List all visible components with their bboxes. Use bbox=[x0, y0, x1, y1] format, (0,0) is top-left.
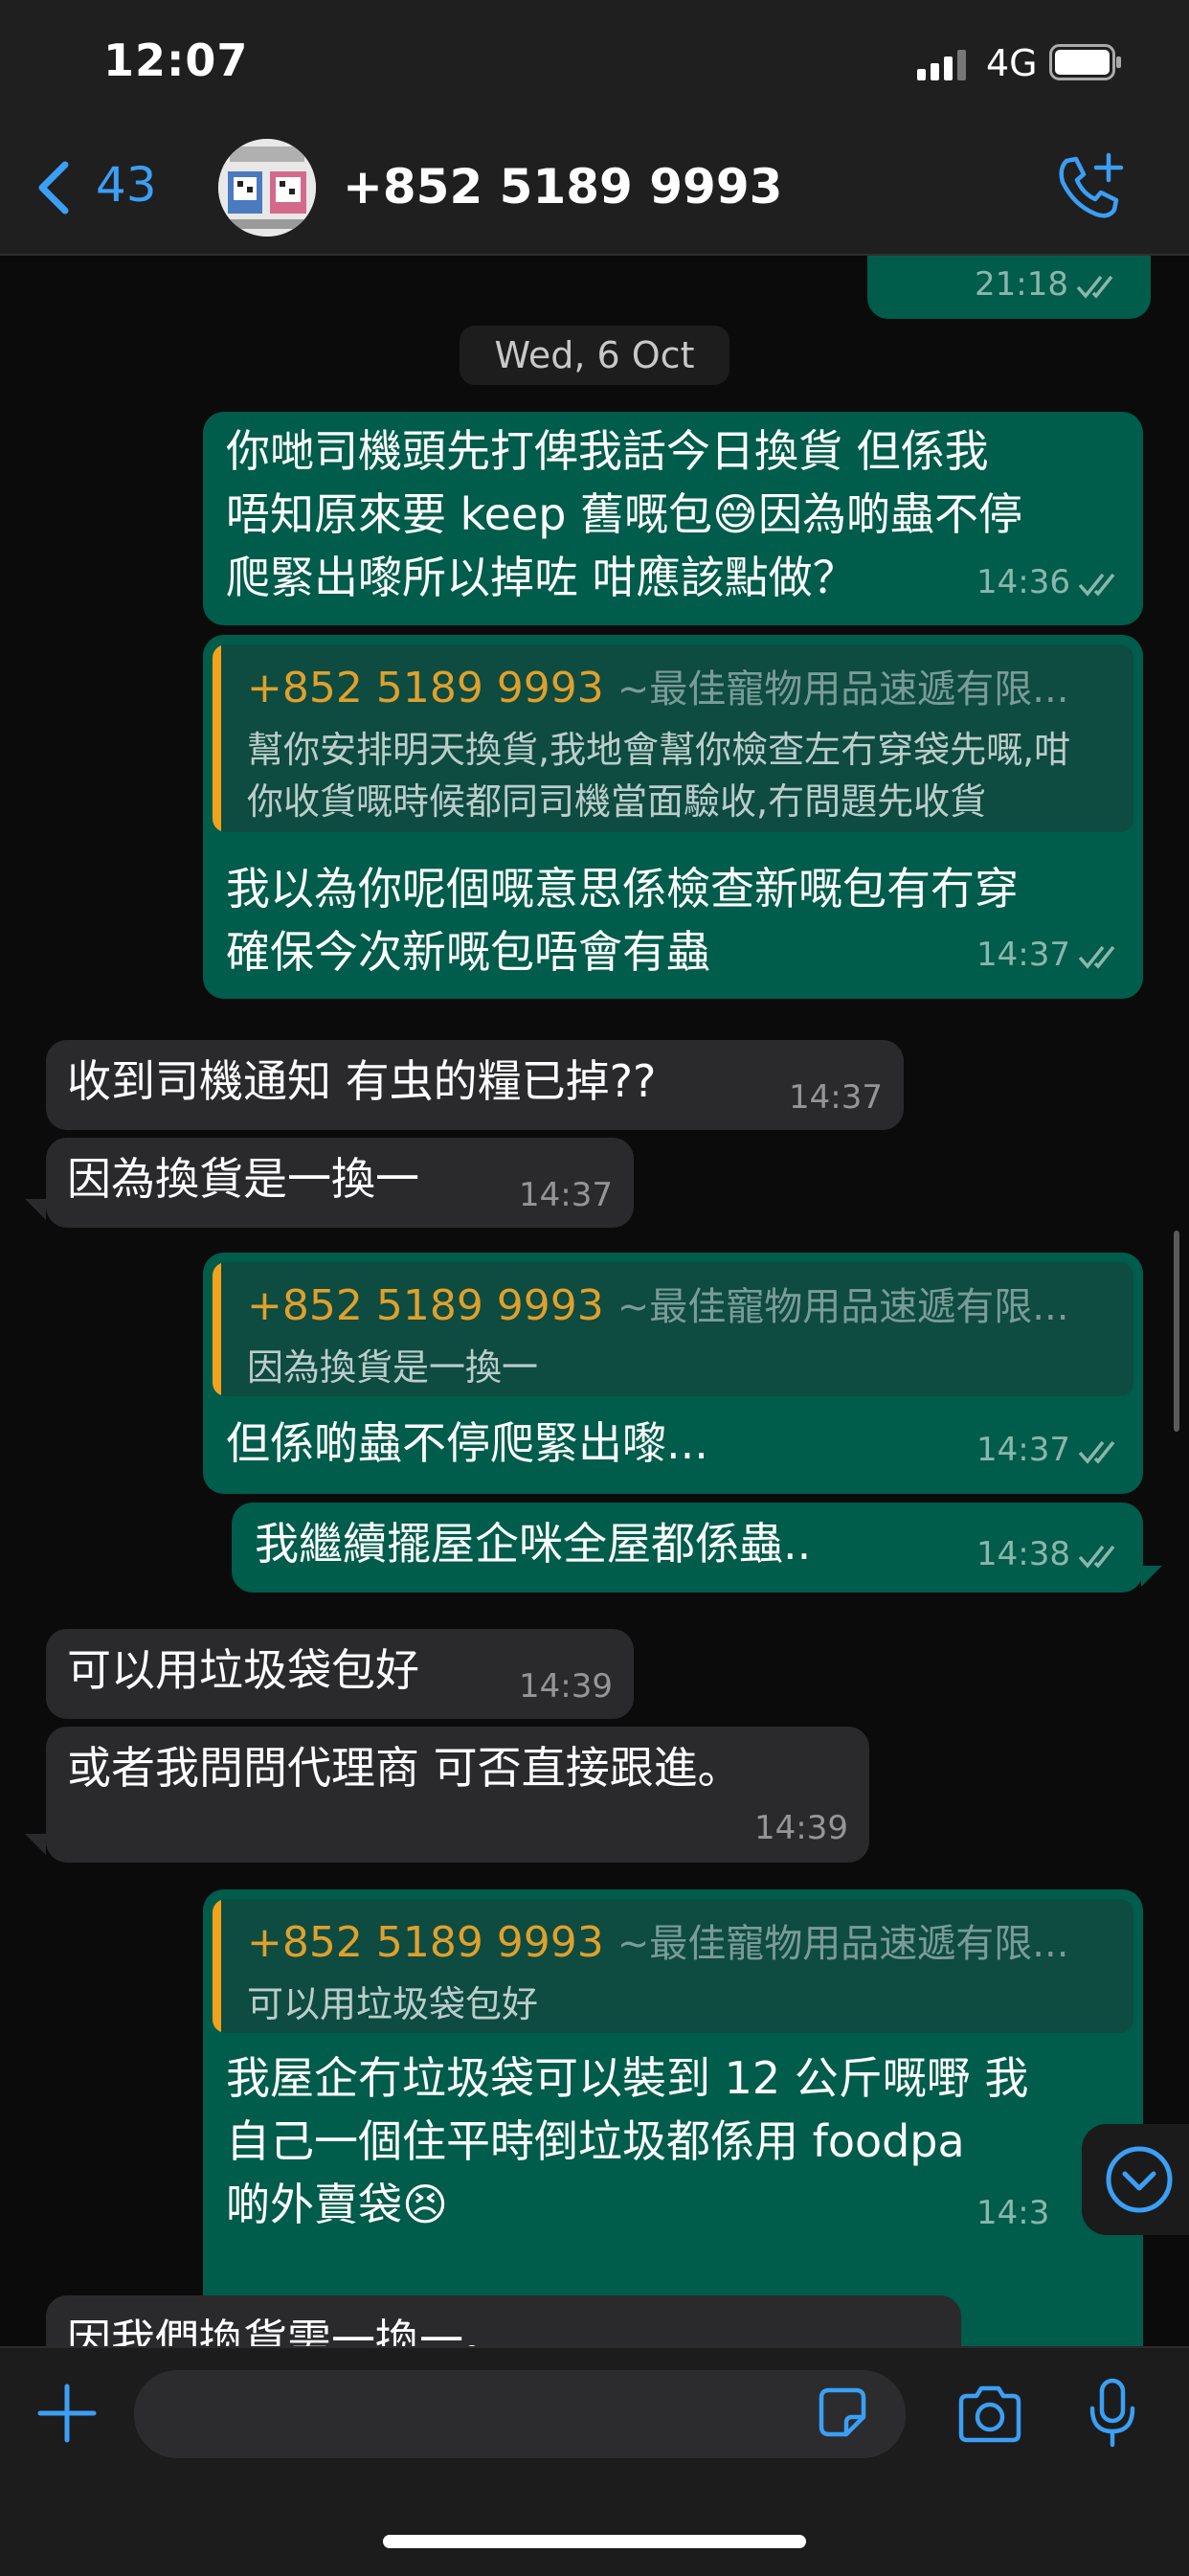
chevron-down-icon bbox=[1106, 2146, 1173, 2213]
quote-accent-bar bbox=[213, 1262, 221, 1396]
read-ticks-icon bbox=[1076, 275, 1113, 299]
message-line: 因為換貨是一換一 bbox=[67, 1153, 419, 1205]
message-line: 我屋企冇垃圾袋可以裝到 12 公斤嘅嘢 我 bbox=[226, 2052, 1029, 2104]
quote-accent-bar bbox=[213, 1899, 221, 2033]
quoted-sender: +852 5189 9993 ~最佳寵物用品速遞有限... bbox=[247, 1918, 1069, 1967]
quoted-text-line: 可以用垃圾袋包好 bbox=[247, 1983, 539, 2025]
quoted-message[interactable]: +852 5189 9993 ~最佳寵物用品速遞有限... 幫你安排明天換貨,我… bbox=[213, 644, 1133, 832]
read-ticks-icon bbox=[1078, 573, 1115, 597]
quoted-text-line: 幫你安排明天換貨,我地會幫你檢查左冇穿袋先嘅,咁 bbox=[247, 729, 1071, 771]
quoted-sender: +852 5189 9993 ~最佳寵物用品速遞有限... bbox=[247, 1281, 1069, 1330]
message-line: 因我們換貨需一換一。 bbox=[67, 2315, 507, 2346]
message-bubble-incoming[interactable]: 因我們換貨需一換一。 bbox=[46, 2295, 961, 2346]
message-time: 14:3 bbox=[976, 2194, 1050, 2232]
message-time: 14:37 bbox=[789, 1078, 883, 1117]
message-line: 確保今次新嘅包唔會有蟲 bbox=[226, 926, 710, 978]
plus-icon[interactable] bbox=[36, 2383, 98, 2444]
message-bubble-outgoing[interactable]: 我繼續擺屋企咪全屋都係蟲.. 14:38 bbox=[232, 1503, 1143, 1593]
message-time: 14:37 bbox=[976, 1431, 1124, 1469]
message-line: 你哋司機頭先打俾我話今日換貨 但係我 bbox=[226, 425, 989, 477]
camera-icon[interactable] bbox=[955, 2384, 1024, 2444]
message-line: 我繼續擺屋企咪全屋都係蟲.. bbox=[255, 1518, 812, 1570]
message-bubble-outgoing[interactable]: +852 5189 9993 ~最佳寵物用品速遞有限... 幫你安排明天換貨,我… bbox=[203, 635, 1143, 999]
avatar[interactable] bbox=[218, 139, 316, 237]
message-line: 或者我問問代理商 可否直接跟進。 bbox=[67, 1742, 742, 1794]
message-time: 14:38 bbox=[976, 1535, 1124, 1573]
quoted-message[interactable]: +852 5189 9993 ~最佳寵物用品速遞有限... 因為換貨是一換一 bbox=[213, 1262, 1133, 1396]
message-time: 14:39 bbox=[754, 1809, 848, 1847]
message-line: 可以用垃圾袋包好 bbox=[67, 1644, 419, 1696]
quote-accent-bar bbox=[213, 644, 221, 832]
read-ticks-icon bbox=[1078, 1440, 1115, 1464]
message-bubble-outgoing[interactable]: +852 5189 9993 ~最佳寵物用品速遞有限... 可以用垃圾袋包好 我… bbox=[203, 1889, 1143, 2346]
contact-name[interactable]: +852 5189 9993 bbox=[343, 159, 782, 215]
home-indicator[interactable] bbox=[383, 2535, 806, 2548]
status-time: 12:07 bbox=[103, 34, 249, 86]
back-chevron-icon[interactable] bbox=[34, 159, 73, 216]
message-time: 14:37 bbox=[976, 936, 1124, 974]
battery-icon bbox=[1049, 44, 1121, 80]
bubble-tail bbox=[25, 1834, 46, 1855]
message-time: 21:18 bbox=[975, 265, 1122, 304]
message-bubble-incoming[interactable]: 可以用垃圾袋包好 14:39 bbox=[46, 1629, 634, 1719]
quoted-message[interactable]: +852 5189 9993 ~最佳寵物用品速遞有限... 可以用垃圾袋包好 bbox=[213, 1899, 1133, 2033]
message-line: 收到司機通知 有虫的糧已掉?? bbox=[67, 1055, 657, 1107]
bubble-tail bbox=[1141, 1566, 1162, 1587]
message-bubble-incoming[interactable]: 收到司機通知 有虫的糧已掉?? 14:37 bbox=[46, 1040, 904, 1130]
quoted-text-line: 你收貨嘅時候都同司機當面驗收,冇問題先收貨 bbox=[247, 780, 987, 823]
signal-icon bbox=[917, 50, 966, 80]
read-ticks-icon bbox=[1078, 945, 1115, 969]
mic-icon[interactable] bbox=[1088, 2378, 1137, 2449]
message-line: 啲外賣袋😣 bbox=[226, 2179, 448, 2230]
message-bubble-incoming[interactable]: 因為換貨是一換一 14:37 bbox=[46, 1138, 634, 1228]
chat-area[interactable]: 21:18 Wed, 6 Oct 你哋司機頭先打俾我話今日換貨 但係我 唔知原來… bbox=[0, 256, 1189, 2346]
unread-back-count[interactable]: 43 bbox=[96, 157, 157, 213]
message-bubble-outgoing[interactable]: 你哋司機頭先打俾我話今日換貨 但係我 唔知原來要 keep 舊嘅包😅因為啲蟲不停… bbox=[203, 412, 1143, 625]
message-bubble-outgoing[interactable]: 21:18 bbox=[867, 256, 1151, 319]
message-time: 14:39 bbox=[519, 1667, 613, 1706]
scrollbar[interactable] bbox=[1174, 1231, 1179, 1432]
message-line: 唔知原來要 keep 舊嘅包😅因為啲蟲不停 bbox=[226, 488, 1022, 540]
quoted-sender: +852 5189 9993 ~最佳寵物用品速遞有限... bbox=[247, 664, 1069, 712]
message-time: 14:36 bbox=[976, 563, 1124, 601]
date-separator: Wed, 6 Oct bbox=[460, 326, 729, 385]
message-line: 但係啲蟲不停爬緊出嚟... bbox=[226, 1417, 708, 1469]
read-ticks-icon bbox=[1078, 1545, 1115, 1569]
quoted-text-line: 因為換貨是一換一 bbox=[247, 1346, 539, 1389]
message-line: 我以為你呢個嘅意思係檢查新嘅包有冇穿 bbox=[226, 863, 1019, 915]
bubble-tail bbox=[25, 1199, 46, 1220]
scroll-to-bottom-button[interactable] bbox=[1082, 2124, 1189, 2235]
call-add-icon[interactable] bbox=[1053, 151, 1126, 224]
message-time: 14:37 bbox=[519, 1176, 613, 1214]
message-line: 爬緊出嚟所以掉咗 咁應該點做？ bbox=[226, 552, 857, 603]
network-type: 4G bbox=[986, 42, 1038, 84]
sticker-icon[interactable] bbox=[814, 2384, 871, 2442]
message-bubble-incoming[interactable]: 或者我問問代理商 可否直接跟進。 14:39 bbox=[46, 1727, 869, 1863]
message-line: 自己一個住平時倒垃圾都係用 foodpa bbox=[226, 2115, 965, 2167]
message-input[interactable] bbox=[134, 2370, 906, 2458]
message-bubble-outgoing[interactable]: +852 5189 9993 ~最佳寵物用品速遞有限... 因為換貨是一換一 但… bbox=[203, 1253, 1143, 1494]
